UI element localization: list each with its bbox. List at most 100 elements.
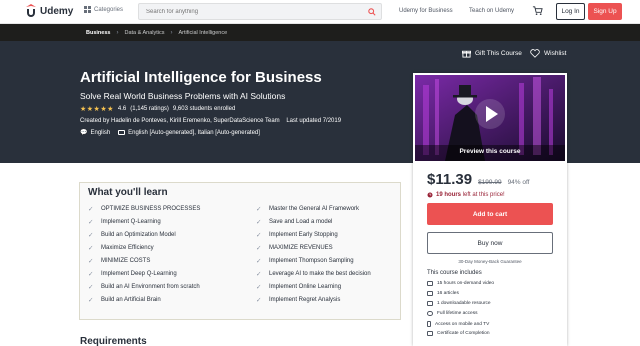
captions-languages: English [Auto-generated], Italian [Auto-… [128,129,260,136]
hours-left-rest: left at this price! [461,192,505,198]
learn-item: ✓ Implement Regret Analysis [256,296,340,304]
captions-icon [118,130,126,135]
login-button[interactable]: Log In [556,3,585,20]
certificate-icon [427,331,433,336]
learn-label: Master the General AI Framework [269,206,360,212]
learn-label: MAXIMIZE REVENUES [269,245,333,251]
video-icon [427,281,433,286]
learn-item: ✓ OPTIMIZE BUSINESS PROCESSES [88,205,200,213]
learn-item: ✓ Save and Load a model [256,218,332,226]
learn-label: Implement Deep Q-Learning [101,271,177,277]
learn-item: ✓ Build an Artificial Brain [88,296,161,304]
learn-label: Build an AI Environment from scratch [101,284,200,290]
search-bar [138,3,382,20]
udemy-logo[interactable]: Udemy [26,4,73,18]
learn-item: ✓ Implement Thompson Sampling [256,257,354,265]
learn-label: Maximize Efficiency [101,245,154,251]
include-item: Certificate of Completion [427,331,490,336]
breadcrumb-item-business[interactable]: Business [86,30,110,36]
learn-item: ✓ Leverage AI to make the best decision [256,270,371,278]
chevron-right-icon: › [116,29,119,36]
learn-label: Implement Early Stopping [269,232,338,238]
check-icon: ✓ [88,271,94,278]
learn-label: Leverage AI to make the best decision [269,271,371,277]
include-label: 15 hours on-demand video [437,281,495,286]
created-by-row: Created by Hadelin de Ponteves, Kirill E… [80,118,341,124]
includes-title: This course includes [427,270,482,276]
check-icon: ✓ [256,271,262,278]
course-preview[interactable]: Preview this course [415,75,565,161]
include-item: 16 articles [427,291,459,296]
students-enrolled: 9,603 students enrolled [172,106,236,112]
brand-name: Udemy [40,5,74,17]
ratings-count[interactable]: (1,145 ratings) [130,106,169,112]
learn-label: Build an Optimization Model [101,232,176,238]
rating-value: 4.6 [117,106,127,112]
breadcrumb: Business › Data & Analytics › Artificial… [0,24,640,41]
check-icon: ✓ [256,284,262,291]
include-label: 16 articles [437,291,459,296]
include-label: Access on mobile and TV [435,321,490,327]
hours-left-bold: 19 hours [436,192,462,198]
rating-row: ★★★★★ 4.6 (1,145 ratings) 9,603 students… [80,105,235,113]
udemy-business-link[interactable]: Udemy for Business [399,8,453,14]
wishlist-label: Wishlist [544,50,567,57]
add-to-cart-button[interactable]: Add to cart [427,203,553,225]
language-row: 💬 English English [Auto-generated], Ital… [80,129,260,137]
gift-label: Gift This Course [475,50,522,57]
speech-bubble-icon: 💬 [80,130,88,136]
learn-item: ✓ Maximize Efficiency [88,244,154,252]
learn-label: Implement Thompson Sampling [269,258,354,264]
mobile-icon [427,321,431,327]
include-label: Full lifetime access [437,311,478,316]
buy-now-button[interactable]: Buy now [427,232,553,254]
check-icon: ✓ [88,219,94,226]
learn-label: Implement Online Learning [269,284,342,290]
play-button[interactable] [475,99,505,129]
learn-label: Build an Artificial Brain [101,297,161,303]
current-price: $11.39 [427,171,473,188]
cart-icon[interactable] [532,5,543,16]
page-title: Artificial Intelligence for Business [80,69,322,86]
check-icon: ✓ [256,232,262,239]
include-item: 15 hours on-demand video [427,281,494,286]
learn-label: MINIMIZE COSTS [101,258,151,264]
search-input[interactable] [139,8,359,15]
breadcrumb-item-data-analytics[interactable]: Data & Analytics [124,30,164,36]
learn-label: OPTIMIZE BUSINESS PROCESSES [101,206,201,212]
learn-item: ✓ Master the General AI Framework [256,205,359,213]
created-by[interactable]: Created by Hadelin de Ponteves, Kirill E… [80,118,280,124]
gift-icon [462,50,471,58]
last-updated: Last updated 7/2019 [286,118,342,124]
categories-menu[interactable]: Categories [84,6,123,13]
search-icon[interactable] [368,8,376,16]
learn-title: What you'll learn [88,187,168,198]
check-icon: ✓ [256,206,262,213]
include-label: 1 downloadable resource [437,301,491,306]
original-price: $199.99 [478,179,502,186]
infinity-icon [427,311,433,316]
check-icon: ✓ [88,258,94,265]
gift-course-button[interactable]: Gift This Course [462,49,522,58]
check-icon: ✓ [256,219,262,226]
signup-button[interactable]: Sign Up [588,3,622,20]
learn-item: ✓ MAXIMIZE REVENUES [256,244,333,252]
deadline-notice: 19 hours left at this price! [427,192,505,198]
learn-label: Save and Load a model [269,219,333,225]
learn-item: ✓ Build an AI Environment from scratch [88,283,200,291]
check-icon: ✓ [88,284,94,291]
learn-item: ✓ Implement Deep Q-Learning [88,270,177,278]
breadcrumb-item-ai[interactable]: Artificial Intelligence [179,30,228,36]
money-back-guarantee: 30-Day Money-Back Guarantee [458,259,522,264]
wishlist-button[interactable]: Wishlist [530,49,566,58]
chevron-right-icon: › [170,29,173,36]
check-icon: ✓ [88,245,94,252]
check-icon: ✓ [88,297,94,304]
categories-label: Categories [94,6,124,13]
purchase-card: Preview this course $11.39 $199.99 94% o… [413,73,567,346]
course-subtitle: Solve Real World Business Problems with … [80,91,286,101]
play-icon [486,106,498,122]
teach-link[interactable]: Teach on Udemy [469,8,514,14]
learn-item: ✓ MINIMIZE COSTS [88,257,150,265]
preview-label: Preview this course [459,148,521,155]
